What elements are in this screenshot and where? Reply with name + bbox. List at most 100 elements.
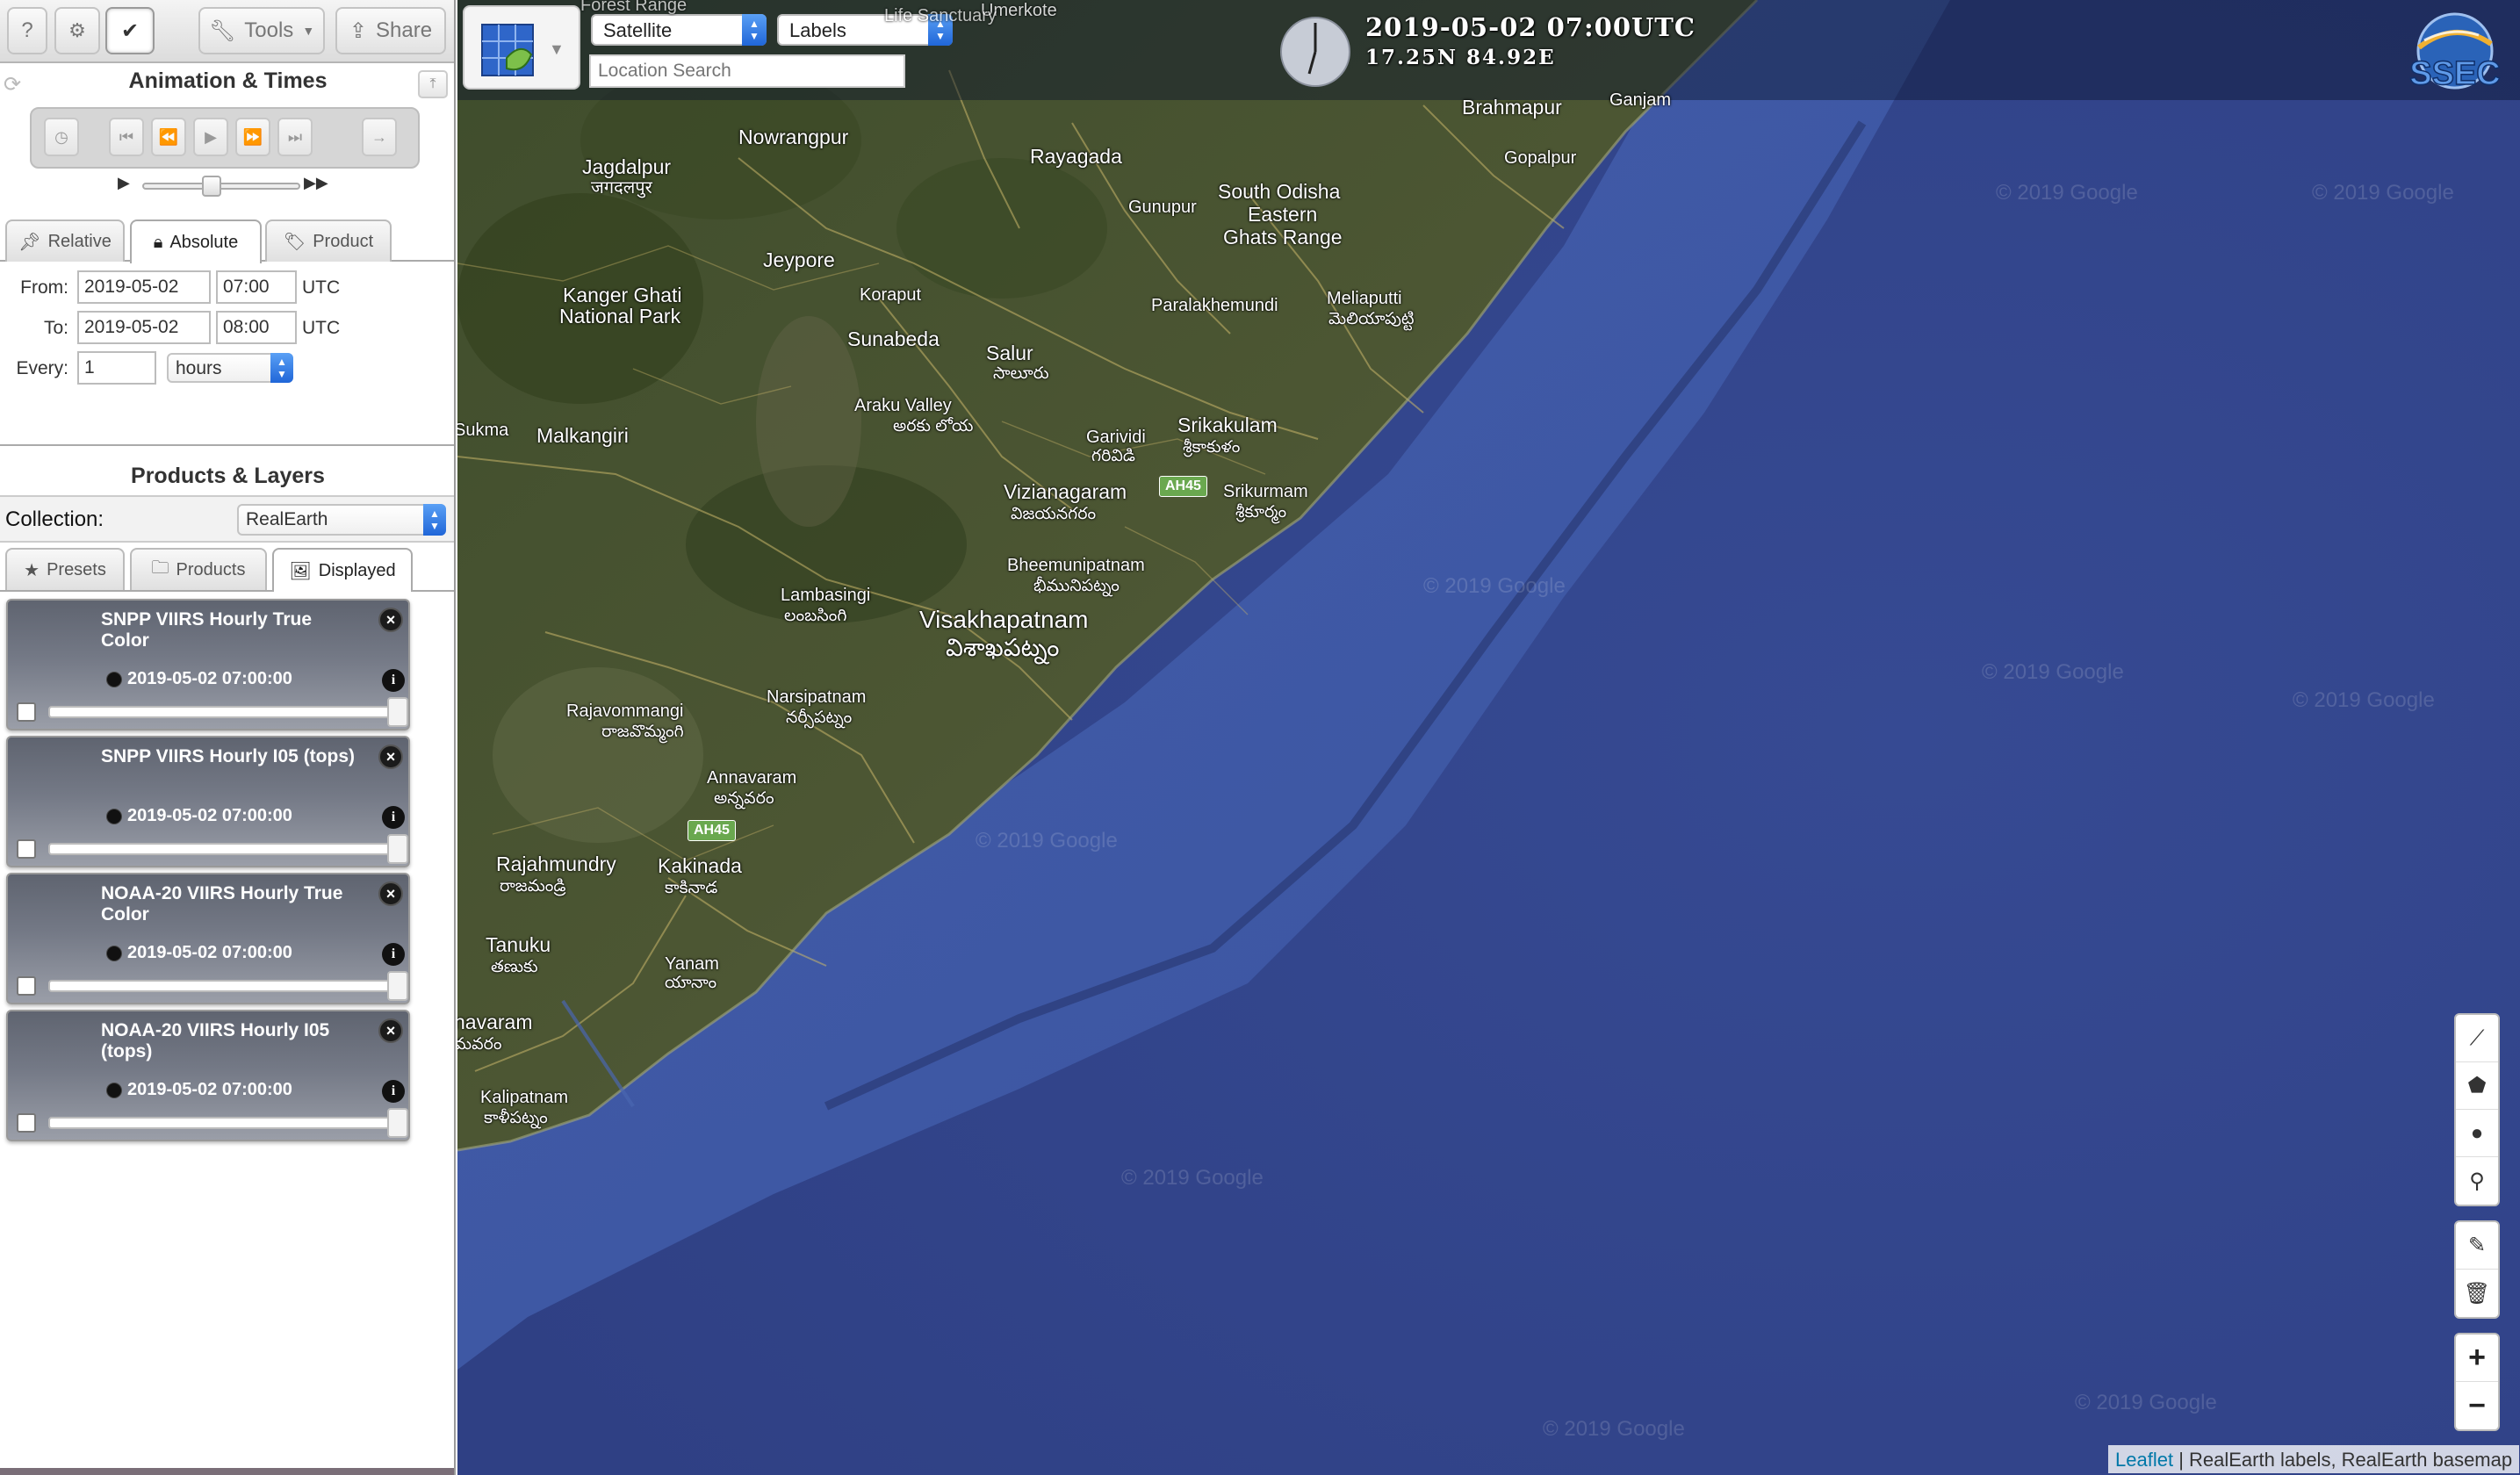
layer-card[interactable]: NOAA-20 VIIRS Hourly I05 (tops) × 2019-0… [6, 1010, 410, 1141]
close-icon[interactable]: × [378, 608, 403, 632]
draw-line-button[interactable]: ⟋ [2456, 1015, 2498, 1062]
info-icon[interactable]: i [382, 1080, 405, 1103]
fast-forward-icon: ⏩ [242, 127, 263, 146]
place-label: Sunabeda [847, 327, 940, 350]
zoom-in-button[interactable]: + [2456, 1335, 2498, 1382]
animation-title: Animation & Times [128, 68, 328, 93]
share-button[interactable]: ⇪ Share [335, 7, 446, 54]
watermark: © 2019 Google [2312, 181, 2454, 205]
draw-marker-button[interactable]: ⚲ [2456, 1157, 2498, 1205]
layer-checkbox[interactable] [17, 702, 36, 722]
opacity-slider[interactable] [48, 980, 396, 992]
info-icon[interactable]: i [382, 943, 405, 966]
close-icon[interactable]: × [378, 881, 403, 906]
map-view[interactable]: ▼ Satellite ▲▼ Labels ▲▼ 2019-05-02 07:0… [457, 0, 2520, 1475]
place-label: Koraput [860, 285, 922, 305]
draw-circle-button[interactable]: ● [2456, 1110, 2498, 1157]
jump-now-button[interactable]: → [362, 118, 397, 156]
every-input[interactable] [77, 351, 156, 385]
tools-button[interactable]: 🔧︎ Tools ▼ [198, 7, 325, 54]
place-label: Annavaram [707, 768, 797, 788]
opacity-slider[interactable] [48, 706, 396, 718]
tab-products[interactable]: 🗀︎ Products [130, 548, 267, 590]
layer-card[interactable]: SNPP VIIRS Hourly I05 (tops) × 2019-05-0… [6, 736, 410, 867]
close-icon[interactable]: × [378, 1018, 403, 1043]
close-icon[interactable]: × [378, 745, 403, 769]
place-label: Life Sanctuary [884, 6, 997, 25]
to-time-input[interactable] [216, 311, 297, 344]
place-label: Forest Range [580, 0, 688, 15]
layer-time-value: 2019-05-02 07:00:00 [127, 669, 292, 688]
layer-card[interactable]: SNPP VIIRS Hourly True Color × 2019-05-0… [6, 599, 410, 730]
clock-button[interactable]: ◷ [44, 118, 79, 156]
to-date-input[interactable] [77, 311, 211, 344]
place-label: Narsipatnam [767, 687, 867, 707]
layer-card[interactable]: NOAA-20 VIIRS Hourly True Color × 2019-0… [6, 873, 410, 1004]
info-icon[interactable]: i [382, 806, 405, 829]
tab-displayed[interactable]: 🖼︎ Displayed [272, 548, 413, 592]
place-label: మెలియాపుట్టి [1328, 310, 1415, 328]
opacity-slider-thumb[interactable] [387, 971, 408, 1001]
layer-checkbox[interactable] [17, 1113, 36, 1133]
place-label: Salur [986, 342, 1033, 364]
check-button[interactable]: ✔ [105, 7, 155, 54]
trash-icon: 🗑︎ [2463, 1281, 2491, 1306]
animation-player: ◷ ⏮ ⏪ ▶ ⏩ ⏭ → [30, 107, 420, 169]
tab-absolute[interactable]: 🔒︎ Absolute [130, 219, 262, 263]
wrench-icon: 🔧︎ [208, 18, 236, 43]
base-layer-button[interactable]: ▼ [463, 5, 580, 90]
play-button[interactable]: ▶ [193, 118, 228, 156]
step-back-button[interactable]: ⏪ [151, 118, 186, 156]
step-forward-button[interactable]: ⏩ [235, 118, 270, 156]
layer-title: SNPP VIIRS Hourly True Color [101, 609, 313, 651]
settings-button[interactable]: ⚙ [54, 7, 100, 54]
opacity-slider-thumb[interactable] [387, 697, 408, 727]
tab-product[interactable]: 🏷︎ Product [265, 219, 392, 262]
watermark: © 2019 Google [2293, 688, 2435, 712]
edit-layers-button[interactable]: ✎ [2456, 1222, 2498, 1270]
opacity-slider-thumb[interactable] [387, 834, 408, 864]
layer-checkbox[interactable] [17, 839, 36, 859]
arrow-right-icon: → [371, 127, 387, 146]
select-arrows-icon: ▲ ▼ [270, 353, 293, 383]
from-tz-label: UTC [302, 277, 341, 298]
speed-slider[interactable] [142, 183, 300, 190]
opacity-slider[interactable] [48, 843, 396, 855]
place-label: Srikurmam [1223, 482, 1308, 501]
map-coordinates: 17.25N 84.92E [1365, 46, 1556, 69]
first-frame-button[interactable]: ⏮ [109, 118, 144, 156]
delete-layers-button[interactable]: 🗑︎ [2456, 1270, 2498, 1317]
products-tabs: ★ Presets 🗀︎ Products 🖼︎ Displayed [0, 544, 454, 592]
place-label: మవరం [457, 1035, 502, 1054]
layer-checkbox[interactable] [17, 976, 36, 996]
draw-polygon-button[interactable]: ⬟ [2456, 1062, 2498, 1110]
sidebar-bottom-strip [0, 1468, 454, 1475]
help-button[interactable]: ? [7, 7, 47, 54]
zoom-out-button[interactable]: − [2456, 1382, 2498, 1429]
opacity-slider-thumb[interactable] [387, 1108, 408, 1138]
tab-relative[interactable]: 📌︎ Relative [5, 219, 125, 262]
clock-icon [106, 671, 122, 687]
layers-grid-icon [481, 24, 534, 76]
place-label: అన్నవరం [714, 789, 774, 808]
place-label: కాకినాడ [665, 879, 718, 897]
from-date-input[interactable] [77, 270, 211, 304]
place-label: Yanam [665, 954, 719, 974]
every-unit-select[interactable]: hours ▲ ▼ [167, 353, 293, 383]
place-label: Rajavommangi [566, 702, 684, 721]
collapse-pin-button[interactable]: ⤒ [418, 70, 448, 98]
collection-select[interactable]: RealEarth ▲ ▼ [237, 504, 446, 536]
tab-presets[interactable]: ★ Presets [5, 548, 125, 590]
speed-slider-thumb[interactable] [202, 176, 221, 197]
from-time-input[interactable] [216, 270, 297, 304]
watermark: © 2019 Google [1423, 574, 1566, 598]
location-search-input[interactable] [589, 54, 905, 88]
leaflet-link[interactable]: Leaflet [2115, 1449, 2173, 1471]
opacity-slider[interactable] [48, 1117, 396, 1129]
place-label: Visakhapatnam [919, 606, 1089, 633]
last-frame-button[interactable]: ⏭ [277, 118, 313, 156]
basemap-select[interactable]: Satellite ▲ ▼ [591, 14, 767, 46]
chevron-down-icon: ▼ [302, 24, 315, 38]
info-icon[interactable]: i [382, 669, 405, 692]
select-arrows-icon: ▲ ▼ [423, 504, 446, 536]
